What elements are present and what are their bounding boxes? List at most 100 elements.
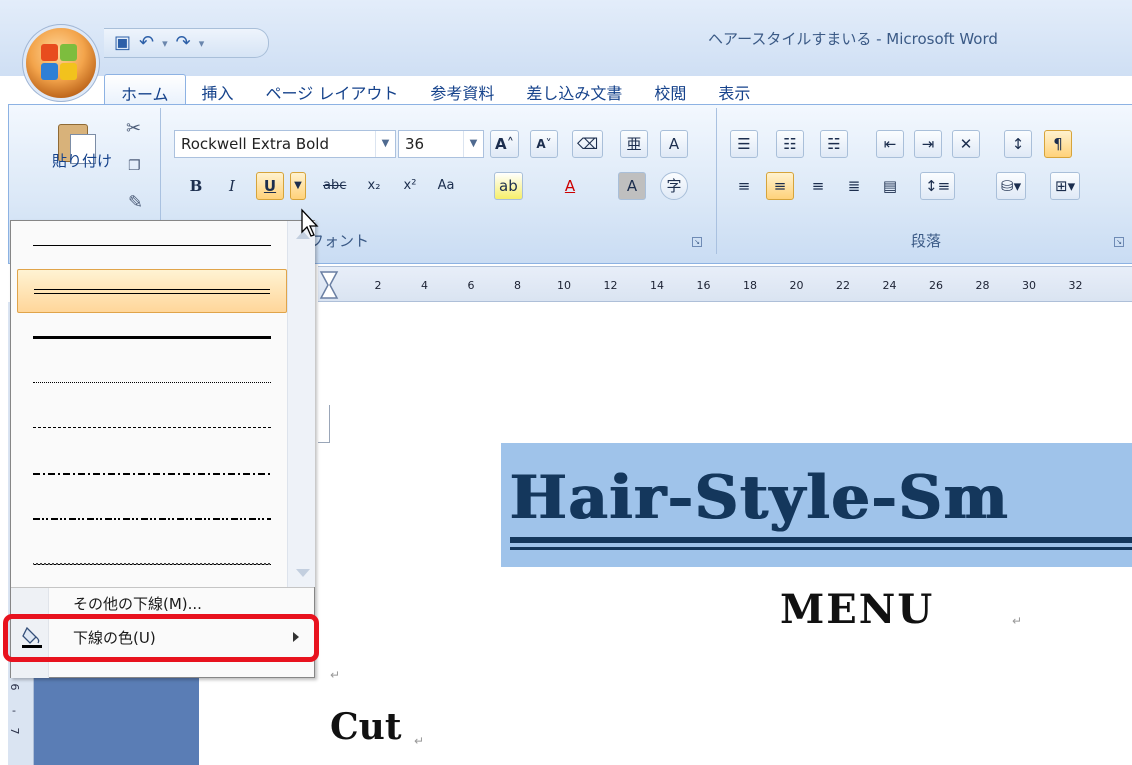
tab-review[interactable]: 校閲: [638, 74, 702, 104]
ribbon-tabs: ホーム 挿入 ページ レイアウト 参考資料 差し込み文書 校閲 表示: [104, 74, 766, 104]
clear-format-icon[interactable]: ⌫: [572, 130, 604, 158]
tab-selector-icon[interactable]: [318, 270, 340, 300]
bullets-icon[interactable]: ☰: [730, 130, 758, 158]
sort-icon[interactable]: ↕: [1004, 130, 1032, 158]
paragraph-mark: ↵: [330, 668, 341, 682]
ruler-number: 22: [836, 279, 850, 292]
underline-style-wave[interactable]: [17, 542, 287, 586]
align-left-icon[interactable]: ≡: [730, 172, 758, 200]
char-border-button[interactable]: A: [660, 130, 688, 158]
undo-icon[interactable]: ↶: [139, 34, 154, 52]
vruler-tick: -: [12, 704, 16, 717]
qat-customize-icon[interactable]: ▾: [199, 37, 205, 50]
save-icon[interactable]: ▣: [114, 34, 131, 52]
vruler-label: 7: [8, 727, 21, 735]
multilevel-list-icon[interactable]: ☵: [820, 130, 848, 158]
subscript-button[interactable]: x₂: [360, 172, 388, 200]
underline-sample: [33, 427, 271, 428]
font-size-combo[interactable]: 36 ▼: [398, 130, 484, 158]
ruler-number: 4: [421, 279, 428, 292]
distributed-icon[interactable]: ▤: [876, 172, 904, 200]
copy-icon[interactable]: ❐: [128, 158, 141, 174]
highlight-color-icon[interactable]: ab: [494, 172, 523, 200]
cut-icon[interactable]: ✂: [126, 118, 141, 139]
undo-dropdown-icon[interactable]: ▾: [162, 37, 168, 50]
font-size-value: 36: [405, 135, 425, 153]
align-right-icon[interactable]: ≡: [804, 172, 832, 200]
format-painter-icon[interactable]: ✎: [128, 192, 143, 213]
underline-style-dash-dot-dot[interactable]: [17, 496, 287, 540]
redo-icon[interactable]: ↷: [176, 34, 191, 52]
chevron-down-icon[interactable]: ▼: [463, 131, 483, 157]
underline-style-list: [11, 221, 287, 587]
tab-references[interactable]: 参考資料: [414, 74, 510, 104]
line-spacing-icon[interactable]: ↕≡: [920, 172, 956, 200]
shading-icon[interactable]: ⛁▾: [996, 172, 1027, 200]
font-name-combo[interactable]: Rockwell Extra Bold ▼: [174, 130, 396, 158]
ruler-number: 2: [374, 279, 382, 292]
underline-dropdown-menu: その他の下線(M)... 下線の色(U): [10, 220, 315, 678]
scroll-down-icon[interactable]: [296, 569, 310, 577]
underline-style-dotted[interactable]: [17, 360, 287, 404]
tab-view[interactable]: 表示: [702, 74, 766, 104]
paragraph-dialog-launcher-icon[interactable]: ↘: [1114, 237, 1124, 247]
vertical-ruler-numbers: 6 - 7: [4, 680, 24, 738]
phonetic-guide-icon[interactable]: 亜: [620, 130, 648, 158]
underline-style-dash-dot[interactable]: [17, 451, 287, 495]
hero-title[interactable]: Hair-Style-Sm: [510, 463, 1009, 533]
ruler-number: 32: [1068, 279, 1083, 292]
increase-indent-icon[interactable]: ⇥: [914, 130, 942, 158]
bold-button[interactable]: B: [182, 172, 210, 200]
tab-home[interactable]: ホーム: [104, 74, 186, 104]
window-title: ヘアースタイルすまいる - Microsoft Word: [708, 30, 998, 48]
office-button[interactable]: [26, 28, 96, 98]
superscript-button[interactable]: x²: [396, 172, 424, 200]
font-color-button[interactable]: A: [556, 172, 584, 200]
underline-style-dashed[interactable]: [17, 405, 287, 449]
paste-button-label[interactable]: 貼り付け: [52, 150, 112, 171]
cut-heading[interactable]: Cut: [330, 706, 401, 748]
ruler-number: 14: [650, 279, 664, 292]
tab-insert[interactable]: 挿入: [186, 74, 250, 104]
align-center-icon[interactable]: ≡: [766, 172, 794, 200]
ruler-number: 6: [467, 279, 475, 292]
numbering-icon[interactable]: ☷: [776, 130, 804, 158]
underline-style-single[interactable]: [17, 223, 287, 267]
menu-heading[interactable]: MENU: [780, 586, 934, 633]
tab-mailings[interactable]: 差し込み文書: [510, 74, 638, 104]
change-case-button[interactable]: Aa: [432, 172, 460, 200]
decrease-indent-icon[interactable]: ⇤: [876, 130, 904, 158]
underline-style-thick[interactable]: [17, 314, 287, 358]
char-shading-button[interactable]: A: [618, 172, 646, 200]
tab-page-layout[interactable]: ページ レイアウト: [250, 74, 415, 104]
mouse-cursor-icon: [301, 208, 319, 237]
paragraph-mark: ↵: [1012, 614, 1023, 628]
text-direction-icon[interactable]: ✕: [952, 130, 980, 158]
underline-button[interactable]: U: [256, 172, 284, 200]
shrink-font-button[interactable]: A˅: [530, 130, 558, 158]
strikethrough-button[interactable]: abc: [318, 172, 351, 200]
dropdown-scrollbar[interactable]: [287, 221, 315, 587]
grow-font-button[interactable]: A˄: [490, 130, 520, 158]
underline-style-double[interactable]: [17, 268, 287, 313]
chevron-down-icon[interactable]: ▼: [375, 131, 395, 157]
justify-icon[interactable]: ≣: [840, 172, 868, 200]
underline-sample: [33, 472, 271, 475]
underline-dropdown-button[interactable]: ▼: [290, 172, 306, 200]
paragraph-mark: ↵: [414, 734, 425, 748]
menu-separator: [11, 587, 314, 588]
more-underlines-item[interactable]: その他の下線(M)...: [73, 593, 202, 614]
show-marks-icon[interactable]: ¶: [1044, 130, 1072, 158]
italic-button[interactable]: I: [218, 172, 246, 200]
underline-sample: [33, 518, 271, 520]
title-bar: ▣ ↶ ▾ ↷ ▾ ヘアースタイルすまいる - Microsoft Word: [0, 0, 1132, 76]
ruler-number: 10: [557, 279, 571, 292]
ruler-number: 18: [743, 279, 757, 292]
underline-sample: [33, 245, 271, 246]
font-dialog-launcher-icon[interactable]: ↘: [692, 237, 702, 247]
enclose-char-button[interactable]: 字: [660, 172, 688, 200]
ruler-number: 12: [603, 279, 618, 292]
horizontal-ruler[interactable]: 2 4 6 8 10 12 14 16 18 20 22 24 26 28 30 32: [318, 266, 1132, 302]
borders-icon[interactable]: ⊞▾: [1050, 172, 1081, 200]
highlight-annotation: [3, 614, 319, 662]
